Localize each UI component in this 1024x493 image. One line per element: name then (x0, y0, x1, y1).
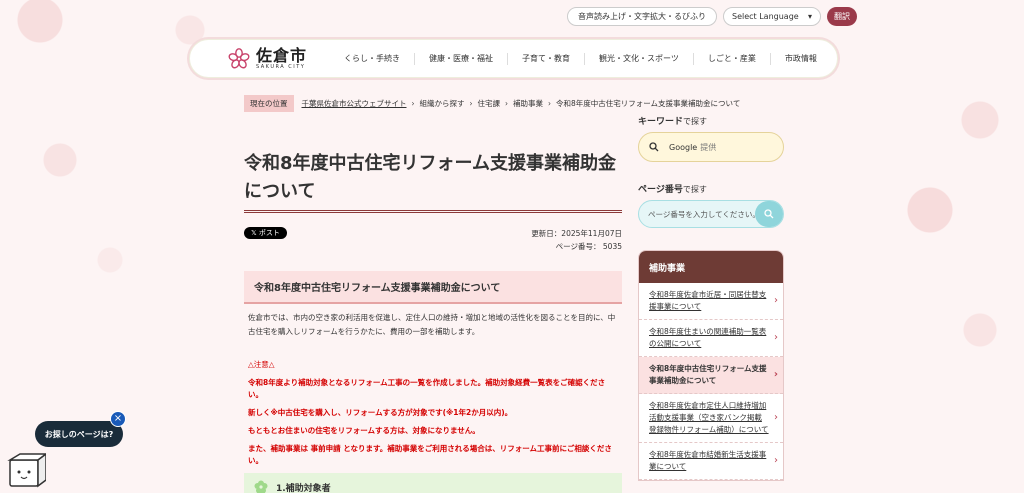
nav-item-work[interactable]: しごと・産業 (692, 52, 770, 65)
utility-bar: 音声読み上げ・文字拡大・るびふり Select Language ▾ 翻訳 (567, 7, 857, 26)
google-sub-label: 提供 (700, 142, 717, 152)
updated-date: 更新日：2025年11月07日 (531, 229, 622, 238)
page-title: 令和8年度中古住宅リフォーム支援事業補助金 について (244, 150, 622, 213)
breadcrumb-item[interactable]: 組織から探す (420, 98, 465, 109)
sidebar-item-subsidy-list[interactable]: 令和8年度住まいの関連補助一覧表の公開について (639, 320, 783, 357)
translate-button[interactable]: 翻訳 (827, 7, 857, 26)
sidebar-menu-heading: 補助事業 (639, 251, 783, 283)
page-finder-button[interactable]: お探しのページは? (35, 421, 123, 447)
breadcrumb-separator: › (469, 99, 473, 108)
flower-icon (254, 480, 268, 493)
mascot-icon (7, 453, 46, 488)
page-title-line2: について (244, 181, 316, 202)
subsection-heading: 1.補助対象者 (244, 473, 622, 493)
sidebar-item-marriage-support[interactable]: 令和8年度佐倉市結婚新生活支援事業について (639, 443, 783, 480)
warning-text: 新しく※中古住宅を購入し、リフォームする方が対象です(※1年2か月以内)。 (248, 408, 513, 417)
logo-subtitle: SAKURA CITY (256, 63, 306, 70)
keyword-label-rest: で探す (683, 117, 708, 126)
sidebar-item-kinkyo[interactable]: 令和8年度佐倉市近居・同居住替支援事業について (639, 283, 783, 320)
section-heading: 令和8年度中古住宅リフォーム支援事業補助金について (244, 271, 622, 304)
sakura-logo-icon (228, 47, 250, 68)
breadcrumb-separator: › (411, 99, 415, 108)
page-title-line1: 令和8年度中古住宅リフォーム支援事業補助金 (244, 153, 616, 174)
chevron-down-icon: ▾ (807, 12, 812, 21)
close-icon[interactable]: × (110, 411, 126, 427)
search-icon (649, 142, 659, 152)
nav-item-childcare[interactable]: 子育て・教育 (507, 52, 584, 65)
google-label: Google (669, 142, 698, 152)
page-meta: 更新日：2025年11月07日 ページ番号： 5035 (531, 227, 622, 253)
nav-item-health[interactable]: 健康・医療・福祉 (414, 52, 507, 65)
breadcrumb-label: 現在の位置 (244, 95, 294, 112)
sidebar: キーワードで探す Google 提供 ページ番号で探す ページ番号を入力してくだ… (638, 114, 784, 481)
breadcrumb-item[interactable]: 住宅課 (478, 98, 501, 109)
nav-item-tourism[interactable]: 観光・文化・スポーツ (584, 52, 693, 65)
keyword-label-bold: キーワード (638, 117, 684, 127)
nav-item-city-info[interactable]: 市政情報 (769, 52, 831, 65)
breadcrumb-home[interactable]: 千葉県佐倉市公式ウェブサイト (302, 98, 407, 109)
intro-text: 佐倉市では、市内の空き家の利活用を促進し、定住人口の維持・増加と地域の活性化を図… (248, 313, 616, 336)
page-number-placeholder: ページ番号を入力してください。 (648, 209, 760, 219)
warning-title: △注意△ (248, 360, 275, 369)
language-select[interactable]: Select Language ▾ (723, 7, 821, 26)
main-content: 令和8年度中古住宅リフォーム支援事業補助金 について 𝕏 ポスト 更新日：202… (244, 150, 622, 493)
warning-text: 令和8年度より補助対象となるリフォーム工事の一覧を作成しました。補助対象経費一覧… (248, 378, 606, 399)
warning-text: もともとお住まいの住宅をリフォームする方は、対象になりません。 (248, 426, 480, 435)
sidebar-item-akiya-bank[interactable]: 令和8年度佐倉市定住人口維持増加活動支援事業（空き家バンク掲載登録物件リフォーム… (639, 394, 783, 443)
sidebar-item-used-house-reform[interactable]: 令和8年度中古住宅リフォーム支援事業補助金について (639, 357, 783, 394)
breadcrumb: 現在の位置 千葉県佐倉市公式ウェブサイト › 組織から探す › 住宅課 › 補助… (244, 95, 740, 112)
breadcrumb-item[interactable]: 補助事業 (513, 98, 543, 109)
sidebar-menu: 補助事業 令和8年度佐倉市近居・同居住替支援事業について 令和8年度住まいの関連… (638, 250, 784, 481)
breadcrumb-separator: › (548, 99, 551, 108)
page-number-search-label: ページ番号で探す (638, 182, 784, 195)
page-number: ページ番号： 5035 (555, 242, 622, 251)
search-icon (764, 209, 774, 219)
pageno-label-bold: ページ番号 (638, 185, 683, 195)
page-number-search-button[interactable] (755, 201, 783, 227)
subsection-heading-text: 1.補助対象者 (276, 483, 331, 493)
keyword-search-label: キーワードで探す (638, 114, 784, 127)
logo-title: 佐倉市 (256, 45, 308, 65)
read-aloud-button[interactable]: 音声読み上げ・文字拡大・るびふり (567, 7, 717, 26)
breadcrumb-current: 令和8年度中古住宅リフォーム支援事業補助金について (556, 99, 741, 108)
language-select-label: Select Language (732, 12, 799, 21)
page-number-input[interactable]: ページ番号を入力してください。 (638, 200, 784, 228)
breadcrumb-separator: › (505, 99, 508, 108)
global-nav: くらし・手続き 健康・医療・福祉 子育て・教育 観光・文化・スポーツ しごと・産… (330, 52, 831, 65)
nav-item-living[interactable]: くらし・手続き (330, 53, 414, 65)
header-nav: 佐倉市 SAKURA CITY くらし・手続き 健康・医療・福祉 子育て・教育 … (189, 39, 838, 78)
pageno-label-rest: で探す (682, 185, 707, 194)
warning-block: △注意△ 令和8年度より補助対象となるリフォーム工事の一覧を作成しました。補助対… (244, 359, 622, 467)
keyword-search-input[interactable]: Google 提供 (638, 132, 784, 162)
warning-text: また、補助事業は 事前申請 となります。補助事業をご利用される場合は、リフォーム… (248, 444, 612, 465)
x-post-button[interactable]: 𝕏 ポスト (244, 227, 287, 239)
site-logo[interactable]: 佐倉市 SAKURA CITY (228, 45, 330, 70)
